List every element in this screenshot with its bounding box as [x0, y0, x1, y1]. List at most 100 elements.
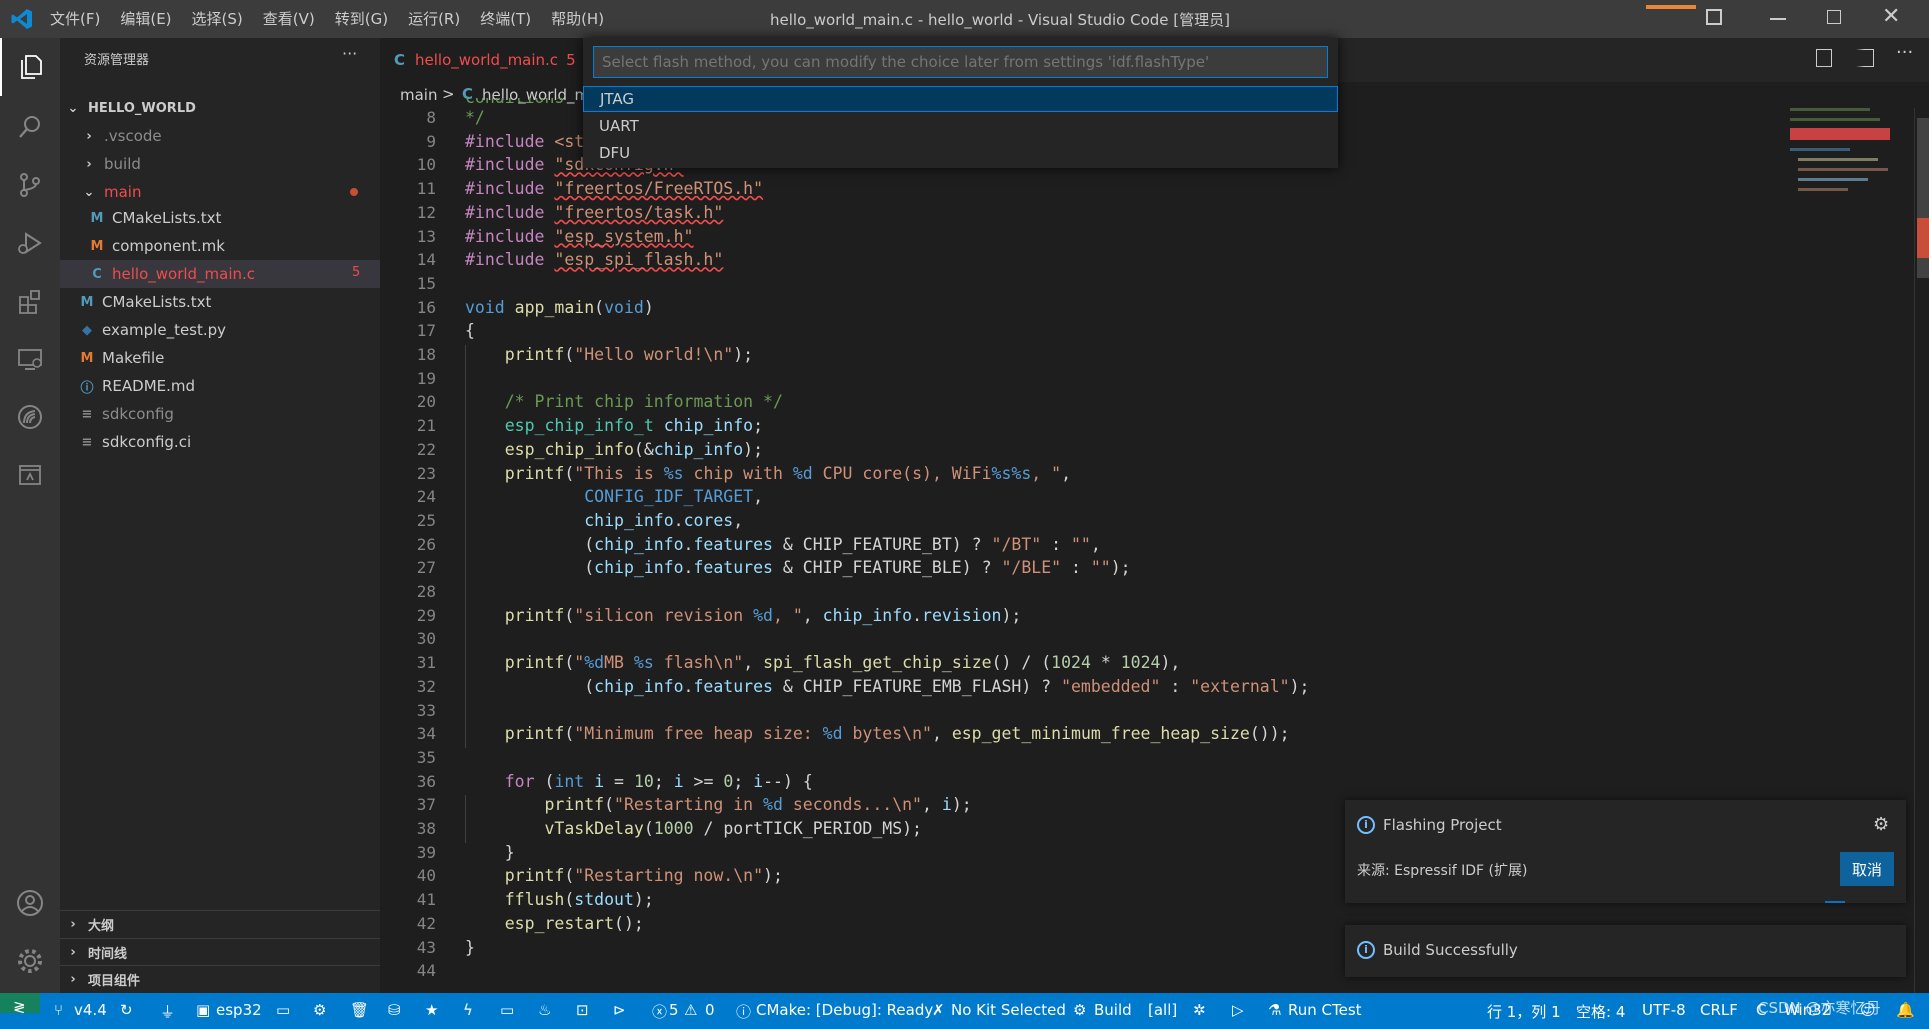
- build-gear-icon[interactable]: ⚙: [1073, 1001, 1086, 1019]
- star-icon[interactable]: ★: [425, 1001, 438, 1019]
- file-cmakelists[interactable]: M CMakeLists.txt: [60, 288, 380, 316]
- menu-run[interactable]: 运行(R): [408, 8, 460, 29]
- file-example-test[interactable]: ◆ example_test.py: [60, 316, 380, 344]
- launch-icon[interactable]: ▷: [1232, 1001, 1244, 1019]
- warning-icon[interactable]: ⚠: [684, 1001, 697, 1019]
- chip-icon[interactable]: ▣: [196, 1001, 210, 1019]
- code-token: %d: [763, 795, 783, 815]
- accounts-icon[interactable]: [0, 874, 60, 932]
- menu-selection[interactable]: 选择(S): [192, 8, 243, 29]
- kit-icon[interactable]: ✗: [932, 1001, 945, 1019]
- file-hello-world-main[interactable]: Chello_world_main.c 5: [60, 260, 380, 288]
- menu-terminal[interactable]: 终端(T): [480, 8, 531, 29]
- flash-icon[interactable]: ϟ: [463, 1001, 473, 1019]
- espressif-icon[interactable]: [0, 388, 60, 446]
- close-window-icon[interactable]: ✕: [1882, 4, 1900, 29]
- settings-gear-icon[interactable]: [0, 932, 60, 990]
- menu-help[interactable]: 帮助(H): [551, 8, 604, 29]
- code-token: #include: [465, 179, 555, 199]
- file-makefile[interactable]: M Makefile: [60, 344, 380, 372]
- breadcrumb-folder[interactable]: main: [400, 86, 437, 104]
- error-count[interactable]: 5: [669, 1001, 679, 1019]
- restore-icon[interactable]: [1827, 10, 1841, 24]
- notification-gear-icon[interactable]: ⚙: [1873, 814, 1889, 835]
- error-icon[interactable]: ⓧ: [652, 1001, 667, 1022]
- run-debug-icon[interactable]: [0, 214, 60, 272]
- workspace-root[interactable]: ⌄ HELLO_WORLD: [60, 94, 380, 122]
- minimap[interactable]: [1788, 108, 1908, 198]
- idf-panel-icon[interactable]: [0, 446, 60, 504]
- kit-label[interactable]: No Kit Selected: [951, 1001, 1066, 1019]
- layout-icon[interactable]: [1706, 9, 1722, 25]
- code-token: "esp_system.h": [554, 226, 694, 246]
- run-icon[interactable]: ⊳: [613, 1001, 626, 1019]
- folder-build[interactable]: › build: [60, 150, 380, 178]
- split-editor-icon[interactable]: [1856, 49, 1874, 67]
- menu-edit[interactable]: 编辑(E): [120, 8, 171, 29]
- remote-explorer-icon[interactable]: [0, 330, 60, 388]
- vertical-scrollbar[interactable]: [1914, 108, 1929, 993]
- feedback-icon[interactable]: ☺: [1860, 1001, 1876, 1019]
- line-ending[interactable]: CRLF: [1700, 1001, 1738, 1019]
- line-number: 16: [416, 297, 436, 317]
- file-sdkconfig-ci[interactable]: ≡ sdkconfig.ci: [60, 428, 380, 456]
- ctest-icon[interactable]: ⚗: [1268, 1001, 1281, 1019]
- search-icon[interactable]: [0, 98, 60, 156]
- encoding[interactable]: UTF-8: [1642, 1001, 1686, 1019]
- code-token: %d: [584, 653, 605, 673]
- makefile-icon: M: [80, 350, 94, 366]
- file-component-mk[interactable]: Mcomponent.mk: [60, 232, 380, 260]
- file-sdkconfig[interactable]: ≡ sdkconfig: [60, 400, 380, 428]
- trash-icon[interactable]: 🗑: [350, 1001, 369, 1019]
- file-main-cmakelists[interactable]: M CMakeLists.txt: [60, 204, 380, 232]
- branch-icon[interactable]: ⑂: [54, 1001, 63, 1019]
- run-ctest-button[interactable]: Run CTest: [1288, 1001, 1362, 1019]
- sync-icon[interactable]: ↻: [120, 1001, 133, 1019]
- warning-count[interactable]: 0: [705, 1001, 715, 1019]
- menu-file[interactable]: 文件(F): [50, 8, 100, 29]
- terminal-icon[interactable]: ⊡: [576, 1001, 589, 1019]
- branch-label[interactable]: v4.4: [74, 1001, 107, 1019]
- sidebar-title: 资源管理器: [84, 53, 150, 68]
- file-readme[interactable]: ⓘ README.md: [60, 372, 380, 400]
- cmake-status[interactable]: CMake: [Debug]: Ready: [756, 1001, 933, 1019]
- folder-main[interactable]: ⌄ main: [60, 178, 380, 206]
- flame-icon[interactable]: ♨: [538, 1001, 551, 1019]
- quick-pick-option-dfu[interactable]: DFU: [583, 140, 1338, 166]
- code-token: %d: [822, 724, 843, 744]
- notifications-bell-icon[interactable]: 🔔: [1896, 1001, 1915, 1019]
- menu-go[interactable]: 转到(G): [335, 8, 388, 29]
- remote-icon[interactable]: ≷: [13, 998, 26, 1016]
- section-timeline[interactable]: › 时间线: [60, 938, 380, 966]
- target-label[interactable]: esp32: [216, 1001, 262, 1019]
- code-token: ,: [1061, 463, 1072, 483]
- extensions-icon[interactable]: [0, 272, 60, 330]
- database-icon[interactable]: ⛁: [388, 1001, 401, 1019]
- explorer-icon[interactable]: [0, 38, 60, 96]
- plug-icon[interactable]: ⏚: [160, 1001, 175, 1022]
- quick-pick-input[interactable]: [593, 46, 1328, 78]
- build-button[interactable]: Build: [1094, 1001, 1132, 1019]
- editor-more-icon[interactable]: ···: [1896, 42, 1913, 63]
- menu-view[interactable]: 查看(V): [263, 8, 315, 29]
- code-token: features: [693, 534, 773, 554]
- cursor-position[interactable]: 行 1，列 1: [1487, 1001, 1561, 1022]
- build-target[interactable]: [all]: [1148, 1001, 1177, 1019]
- cancel-button[interactable]: 取消: [1840, 852, 1894, 886]
- quick-pick-option-uart[interactable]: UART: [583, 113, 1338, 139]
- more-actions-icon[interactable]: ···: [342, 44, 357, 63]
- folder-icon[interactable]: ▭: [276, 1001, 290, 1019]
- monitor-icon[interactable]: ▭: [500, 1001, 514, 1019]
- minimize-icon[interactable]: [1770, 18, 1786, 20]
- section-outline[interactable]: › 大纲: [60, 910, 380, 938]
- source-control-icon[interactable]: [0, 156, 60, 214]
- folder-vscode[interactable]: › .vscode: [60, 122, 380, 150]
- config-gear-icon[interactable]: ⚙: [313, 1001, 326, 1019]
- debug-bug-icon[interactable]: ✲: [1193, 1001, 1206, 1019]
- section-project-components[interactable]: › 项目组件: [60, 965, 380, 993]
- indentation[interactable]: 空格: 4: [1576, 1001, 1625, 1022]
- tab-hello-world-main[interactable]: C hello_world_main.c 5 ×: [380, 38, 598, 82]
- save-download-icon[interactable]: [1816, 49, 1832, 67]
- quick-pick-option-jtag[interactable]: JTAG: [583, 86, 1338, 112]
